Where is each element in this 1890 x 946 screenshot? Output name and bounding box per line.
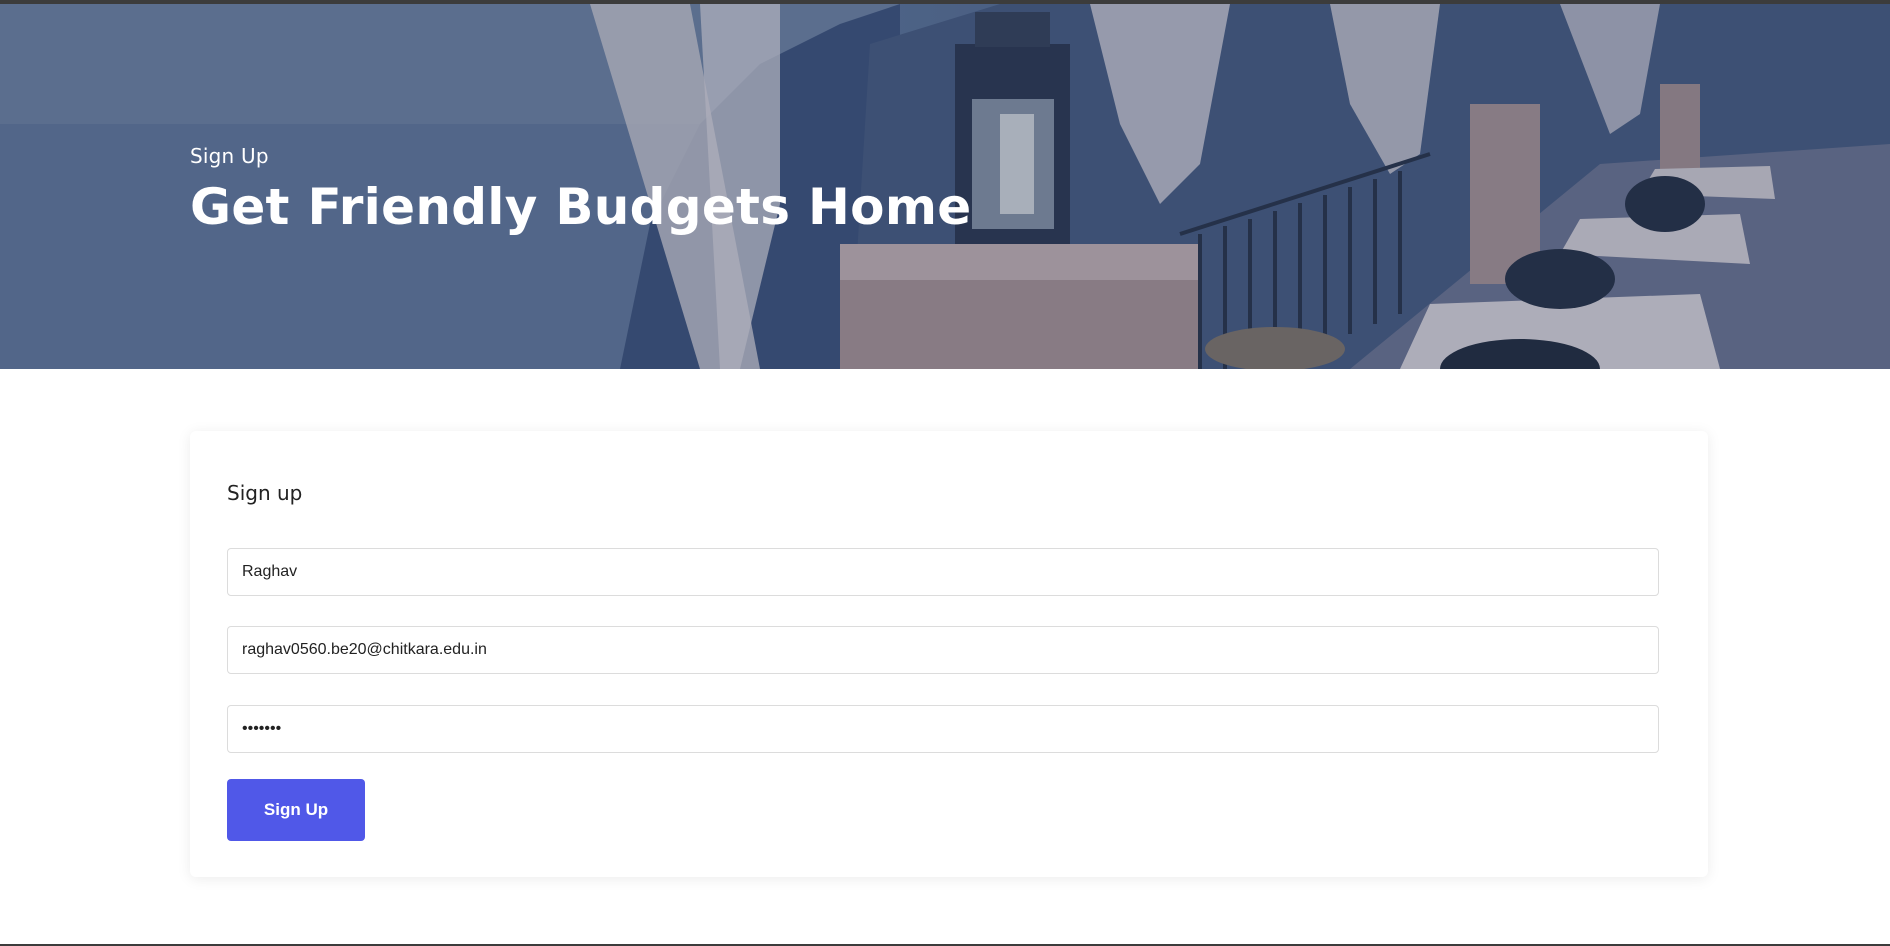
password-input[interactable] [227, 705, 1659, 753]
hero-banner: Sign Up Get Friendly Budgets Home [0, 4, 1890, 369]
name-input[interactable] [227, 548, 1659, 596]
signup-card: Sign up Sign Up [190, 431, 1708, 877]
hero-text-block: Sign Up Get Friendly Budgets Home [190, 144, 971, 236]
form-heading: Sign up [227, 481, 303, 505]
sign-up-button[interactable]: Sign Up [227, 779, 365, 841]
hero-subtitle: Sign Up [190, 144, 269, 168]
page-title: Get Friendly Budgets Home [190, 178, 972, 236]
email-input[interactable] [227, 626, 1659, 674]
